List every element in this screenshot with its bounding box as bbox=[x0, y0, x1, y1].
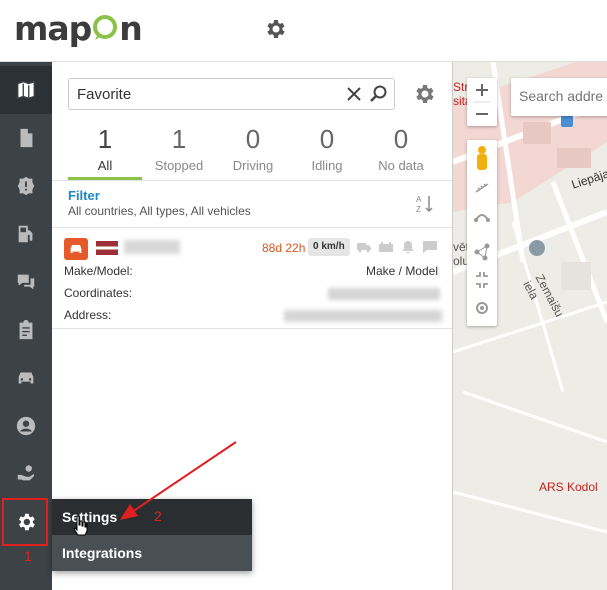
chat-icon bbox=[17, 274, 35, 290]
make-model-label: Make/Model: bbox=[64, 264, 133, 278]
tab-count: 0 bbox=[319, 124, 335, 154]
top-header: ma p n bbox=[0, 0, 607, 62]
annotation-highlight-box bbox=[2, 498, 48, 546]
zoom-control bbox=[467, 78, 497, 126]
vehicle-list-item[interactable]: 88d 22h 0 km/h Make/Model: Make / Model … bbox=[52, 228, 452, 328]
logo-text-part2: p bbox=[68, 8, 93, 48]
bell-icon bbox=[402, 241, 414, 254]
clipboard-icon bbox=[19, 319, 33, 340]
speed-badge: 0 km/h bbox=[308, 238, 350, 256]
map-icon bbox=[17, 80, 35, 100]
vehicle-type-badge bbox=[64, 238, 88, 260]
truck-icon bbox=[357, 243, 371, 253]
sidebar-item-map[interactable] bbox=[0, 66, 52, 114]
divider bbox=[52, 180, 452, 181]
svg-text:A: A bbox=[416, 195, 422, 204]
coordinates-value-redacted bbox=[328, 288, 440, 300]
map-view[interactable]: Stra a K sita slin Liepāja vēt erta olu … bbox=[453, 62, 607, 590]
vehicle-name-redacted bbox=[124, 240, 180, 254]
menu-item-integrations[interactable]: Integrations bbox=[52, 535, 252, 571]
tab-count: 1 bbox=[171, 124, 187, 154]
car-icon bbox=[70, 245, 82, 253]
status-tabs: 1 All 1 Stopped 0 Driving 0 Idling 0 No … bbox=[68, 122, 438, 180]
sidebar-item-vehicles[interactable] bbox=[0, 354, 52, 402]
map-search-input[interactable] bbox=[519, 88, 607, 104]
hand-coin-icon bbox=[17, 465, 35, 481]
map-address-search[interactable] bbox=[511, 78, 607, 116]
search-icon[interactable] bbox=[368, 84, 388, 104]
battery-icon bbox=[379, 242, 393, 252]
annotation-step-2: 2 bbox=[154, 508, 162, 524]
mapon-logo[interactable]: ma p n bbox=[14, 8, 143, 48]
tab-label: Stopped bbox=[154, 158, 204, 173]
hand-cursor-icon bbox=[73, 515, 88, 536]
last-update-time: 88d 22h bbox=[262, 241, 306, 255]
tab-stopped[interactable]: 1 Stopped bbox=[142, 122, 216, 180]
tab-count: 0 bbox=[393, 124, 409, 154]
document-icon bbox=[20, 128, 33, 148]
logo-text-part1: ma bbox=[14, 8, 70, 48]
sidebar-item-drivers[interactable] bbox=[0, 402, 52, 450]
tab-label: Driving bbox=[232, 158, 274, 173]
list-settings-icon[interactable] bbox=[412, 82, 436, 106]
alert-icon bbox=[17, 176, 35, 196]
sort-az-icon[interactable]: A Z bbox=[416, 194, 434, 214]
latvia-flag-icon bbox=[96, 241, 118, 255]
car-icon bbox=[18, 372, 34, 384]
sidebar-item-messages[interactable] bbox=[0, 258, 52, 306]
app-window: ma p n Favorite 1 All 1 Stopped 0 Drivin… bbox=[0, 0, 607, 590]
fuel-icon bbox=[18, 225, 33, 243]
filter-section[interactable]: Filter All countries, All types, All veh… bbox=[68, 188, 438, 224]
tab-all[interactable]: 1 All bbox=[68, 122, 142, 180]
status-icons bbox=[356, 239, 438, 255]
coordinates-label: Coordinates: bbox=[64, 286, 133, 300]
user-icon bbox=[16, 416, 36, 436]
tab-no-data[interactable]: 0 No data bbox=[364, 122, 438, 180]
sidebar-item-alerts[interactable] bbox=[0, 162, 52, 210]
tab-label: Idling bbox=[311, 158, 343, 173]
clear-icon[interactable] bbox=[344, 84, 364, 104]
header-settings-icon[interactable] bbox=[263, 17, 287, 41]
search-field[interactable] bbox=[68, 78, 395, 110]
tab-count: 1 bbox=[97, 124, 113, 154]
tab-label: All bbox=[97, 158, 113, 173]
tab-count: 0 bbox=[245, 124, 261, 154]
tab-idling[interactable]: 0 Idling bbox=[290, 122, 364, 180]
street-view-icon bbox=[477, 146, 487, 170]
address-value-redacted bbox=[284, 310, 442, 322]
annotation-step-1: 1 bbox=[24, 548, 32, 564]
make-model-value: Make / Model bbox=[365, 264, 438, 278]
sidebar-item-tasks[interactable] bbox=[0, 306, 52, 354]
divider bbox=[52, 328, 452, 329]
search-input[interactable] bbox=[77, 79, 337, 109]
map-tools-control bbox=[467, 140, 497, 326]
sidebar-item-reports[interactable] bbox=[0, 114, 52, 162]
tab-label: No data bbox=[378, 158, 424, 173]
sidebar-item-expenses[interactable] bbox=[0, 450, 52, 498]
logo-pin-icon bbox=[92, 15, 118, 41]
address-label: Address: bbox=[64, 308, 112, 322]
message-icon bbox=[423, 241, 437, 253]
svg-text:Z: Z bbox=[416, 205, 421, 214]
logo-text-part3: n bbox=[119, 8, 142, 48]
filter-summary: All countries, All types, All vehicles bbox=[68, 204, 251, 218]
tab-driving[interactable]: 0 Driving bbox=[216, 122, 290, 180]
map-label-place: ARS Kodol bbox=[539, 480, 598, 494]
filter-link[interactable]: Filter bbox=[68, 188, 438, 203]
sidebar-item-fuel[interactable] bbox=[0, 210, 52, 258]
